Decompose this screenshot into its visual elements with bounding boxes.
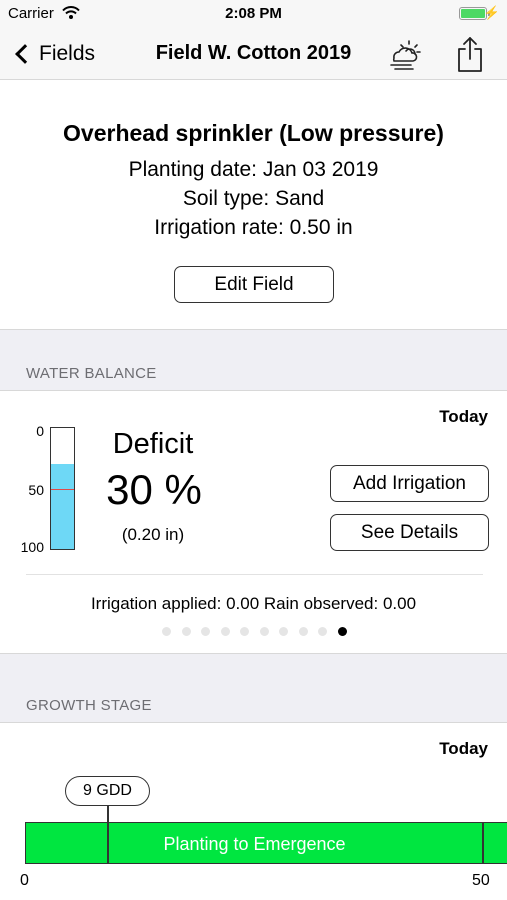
deficit-inches: (0.20 in): [121, 525, 185, 544]
growth-stage-header: GROWTH STAGE: [26, 697, 152, 714]
water-balance-header: WATER BALANCE: [26, 365, 157, 382]
gauge-tick-50: 50: [28, 482, 44, 498]
gdd-callout: 9 GDD: [65, 776, 150, 806]
page-indicator[interactable]: [162, 627, 347, 636]
stage-name: Planting to Emergence: [163, 834, 346, 854]
page-dot[interactable]: [298, 627, 308, 636]
status-bar: Carrier 2:08 PM ⚡: [0, 0, 507, 28]
page-dot[interactable]: [181, 627, 191, 636]
page-dot[interactable]: [337, 627, 347, 636]
see-details-button[interactable]: See Details: [330, 514, 489, 551]
page-dot[interactable]: [201, 627, 210, 636]
gauge-tick-0: 0: [36, 423, 44, 439]
battery-fill: [461, 9, 485, 18]
battery-icon: [459, 7, 490, 20]
divider: [26, 574, 483, 575]
lightning-icon: ⚡: [483, 5, 500, 20]
page-dot[interactable]: [279, 627, 288, 636]
axis-end-label: 50: [472, 872, 490, 889]
water-balance-card[interactable]: Today 0 50 100 Deficit 30 % (0.20 in) Ad…: [0, 390, 507, 654]
page-dot[interactable]: [220, 627, 230, 636]
gdd-marker-line: [107, 806, 109, 863]
field-info-panel: Overhead sprinkler (Low pressure) Planti…: [0, 80, 507, 330]
add-irrigation-button[interactable]: Add Irrigation: [330, 465, 489, 502]
observations-text: Irrigation applied: 0.00 Rain observed: …: [90, 594, 417, 613]
water-gauge-fill: [51, 464, 74, 549]
weather-icon[interactable]: [385, 36, 423, 72]
navigation-bar: Fields Field W. Cotton 2019: [0, 28, 507, 80]
edit-field-button[interactable]: Edit Field: [174, 266, 334, 303]
today-label: Today: [439, 407, 488, 426]
water-gauge: [50, 427, 75, 550]
share-icon[interactable]: [455, 35, 485, 73]
deficit-value: 30 %: [106, 466, 202, 513]
irrigation-method: Overhead sprinkler (Low pressure): [63, 120, 444, 146]
growth-stage-card: Today Planting to Emergence 9 GDD 0 50: [0, 722, 507, 900]
stage-boundary: [482, 823, 484, 863]
page-dot[interactable]: [162, 627, 171, 636]
irrigation-rate: Irrigation rate: 0.50 in: [154, 216, 353, 239]
today-label: Today: [439, 739, 488, 758]
deficit-label: Deficit: [112, 428, 194, 460]
page-dot[interactable]: [259, 627, 269, 636]
status-time: 2:08 PM: [225, 5, 282, 22]
planting-date: Planting date: Jan 03 2019: [128, 158, 379, 181]
axis-start-label: 0: [20, 872, 29, 889]
growth-stage-bar[interactable]: Planting to Emergence: [25, 822, 507, 864]
page-dot[interactable]: [240, 627, 249, 636]
gauge-tick-100: 100: [20, 539, 44, 555]
soil-type: Soil type: Sand: [182, 187, 325, 210]
page-title: Field W. Cotton 2019: [155, 42, 352, 64]
page-dot[interactable]: [318, 627, 327, 636]
gauge-midline: [51, 488, 74, 490]
